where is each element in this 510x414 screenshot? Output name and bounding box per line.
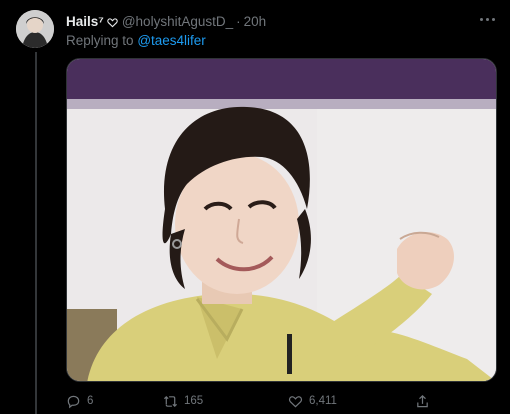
reply-mention-link[interactable]: @taes4lifer	[137, 33, 205, 48]
reply-count: 6	[87, 395, 94, 407]
replying-prefix: Replying to	[66, 33, 134, 48]
separator-dot: ·	[236, 13, 241, 29]
more-icon[interactable]	[478, 14, 496, 24]
media-photo	[67, 59, 496, 381]
like-button[interactable]: 6,411	[288, 392, 337, 410]
share-icon	[415, 394, 430, 409]
timestamp[interactable]: 20h	[244, 14, 267, 29]
share-button[interactable]	[415, 392, 430, 410]
retweet-count: 165	[184, 395, 204, 407]
like-icon	[288, 394, 303, 409]
avatar[interactable]	[16, 10, 54, 48]
retweet-icon	[163, 394, 178, 409]
reply-icon	[66, 394, 81, 409]
tweet-actions-bar: 6 165 6,411	[66, 392, 446, 410]
like-count: 6,411	[309, 395, 337, 407]
tweet-media-image[interactable]	[66, 58, 497, 382]
heart-icon	[107, 16, 118, 27]
user-handle[interactable]: @holyshitAgustD_	[122, 14, 233, 29]
tweet-header: Hails⁷ @holyshitAgustD_ · 20h	[66, 12, 498, 30]
replying-to-line: Replying to @taes4lifer	[66, 33, 206, 48]
avatar-image	[16, 10, 54, 48]
reply-button[interactable]: 6	[66, 392, 93, 410]
thread-connector-line	[35, 52, 37, 414]
retweet-button[interactable]: 165	[163, 392, 203, 410]
display-name[interactable]: Hails⁷	[66, 14, 104, 29]
